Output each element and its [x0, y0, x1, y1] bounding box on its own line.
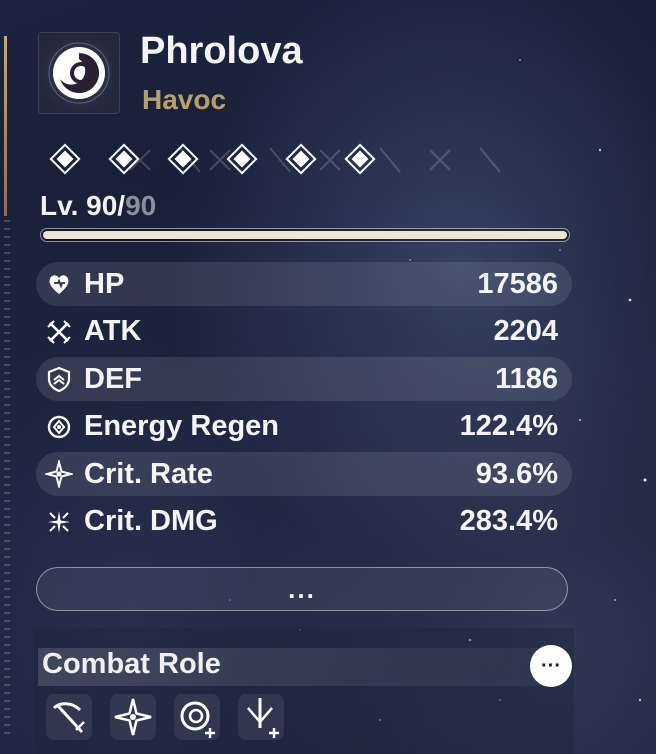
stat-value: 17586: [477, 267, 558, 300]
crit-rate-icon: [44, 459, 74, 489]
character-name: Phrolova: [140, 30, 303, 72]
havoc-boost-icon[interactable]: [174, 694, 220, 740]
energy-regen-icon: [44, 412, 74, 442]
stat-row-crit-rate[interactable]: Crit. Rate 93.6%: [36, 452, 572, 497]
level-progress-bar: [40, 228, 570, 242]
def-icon: [44, 364, 74, 394]
decorative-dots: [4, 220, 10, 740]
stat-value: 283.4%: [459, 505, 558, 538]
combat-role-more-button[interactable]: ···: [530, 645, 572, 687]
stat-value: 2204: [493, 315, 558, 348]
crit-dmg-icon: [44, 507, 74, 537]
stat-row-crit-dmg[interactable]: Crit. DMG 283.4%: [36, 500, 572, 544]
stat-label: Crit. DMG: [84, 505, 218, 538]
broken-sword-icon[interactable]: [46, 694, 92, 740]
chain-node-icon[interactable]: [343, 142, 377, 176]
level-progress-fill: [43, 231, 567, 239]
stat-label: HP: [84, 267, 125, 300]
chain-node-icon[interactable]: [166, 142, 200, 176]
stat-value: 1186: [495, 362, 558, 395]
more-stats-button[interactable]: ...: [36, 567, 568, 611]
hp-icon: [44, 269, 74, 299]
sword-boost-icon[interactable]: [238, 694, 284, 740]
stat-label: ATK: [84, 315, 142, 348]
resonance-chain-row: [48, 142, 377, 176]
stat-value: 122.4%: [459, 410, 558, 443]
stat-label: Crit. Rate: [84, 457, 213, 490]
stats-list: HP 17586 ATK 2204 DEF 1186 Energy Regen …: [36, 262, 572, 548]
atk-icon: [44, 317, 74, 347]
havoc-swirl-icon: [48, 42, 110, 104]
stat-row-energy-regen[interactable]: Energy Regen 122.4%: [36, 405, 572, 449]
chain-node-icon[interactable]: [107, 142, 141, 176]
chain-node-icon[interactable]: [284, 142, 318, 176]
accent-bar: [4, 36, 7, 216]
chain-node-icon[interactable]: [48, 142, 82, 176]
combat-role-icons: [46, 694, 284, 740]
star-burst-icon[interactable]: [110, 694, 156, 740]
combat-role-title: Combat Role: [42, 648, 221, 680]
stat-row-hp[interactable]: HP 17586: [36, 262, 572, 306]
character-portrait[interactable]: [38, 32, 120, 114]
level-text: Lv. 90/90: [40, 190, 156, 222]
chain-node-icon[interactable]: [225, 142, 259, 176]
stat-label: Energy Regen: [84, 410, 279, 443]
character-element: Havoc: [142, 84, 227, 115]
stat-label: DEF: [84, 362, 142, 395]
level-max: 90: [125, 190, 157, 221]
stat-row-atk[interactable]: ATK 2204: [36, 310, 572, 354]
level-current: Lv. 90/: [40, 190, 126, 221]
stat-value: 93.6%: [475, 457, 558, 490]
stat-row-def[interactable]: DEF 1186: [36, 357, 572, 402]
